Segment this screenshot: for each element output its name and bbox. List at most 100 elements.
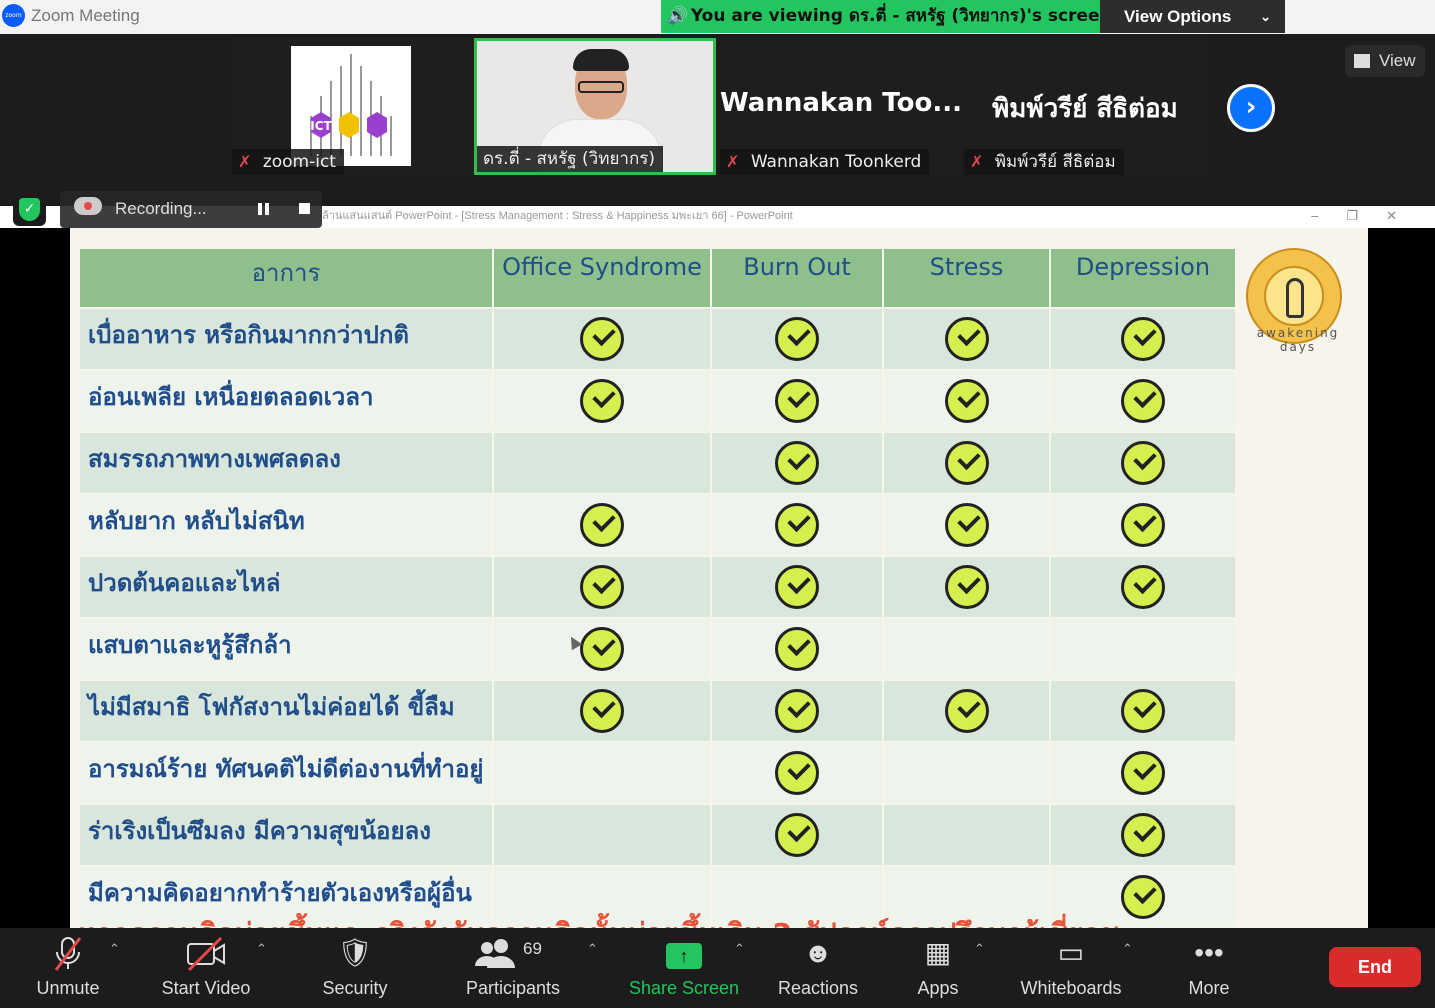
shield-icon: 🛡 [337, 937, 373, 968]
checkmark-icon [775, 317, 819, 361]
more-label: More [1188, 978, 1230, 998]
symptom-cell: เบื่ออาหาร หรือกินมากกว่าปกติ [80, 309, 492, 369]
share-banner-text: You are viewing ดร.ตี่ - สหรัฐ (วิทยากร)… [690, 6, 1100, 26]
checkmark-icon [1121, 503, 1165, 547]
symptom-cell: ปวดต้นคอและไหล่ [80, 557, 492, 617]
symptom-cell: สมรรถภาพทางเพศลดลง [80, 433, 492, 493]
participant-name-text: พิมพ์วรีย์ สีธิต่อม [994, 152, 1116, 172]
participant-name-text: ดร.ตี่ - สหรัฐ (วิทยากร) [483, 149, 656, 169]
checkmark-icon [580, 627, 624, 671]
checkmark-icon [775, 813, 819, 857]
participant-tile-active-speaker[interactable]: ดร.ตี่ - สหรัฐ (วิทยากร) [474, 38, 716, 175]
apps-button[interactable]: ▦ Apps [906, 928, 970, 1008]
awakening-days-logo: awakening days [1244, 246, 1352, 358]
speaker-icon: 🔊 [667, 6, 689, 26]
participant-tile[interactable]: ICT ✗ zoom-ict [232, 38, 474, 175]
participant-tile[interactable]: Wannakan Too... ✗ Wannakan Toonkerd [720, 38, 962, 175]
participant-gallery: ICT ✗ zoom-ict ดร.ตี่ - สหรัฐ (วิทยากร) … [0, 34, 1435, 206]
check-cell [884, 743, 1049, 803]
participant-display-name: พิมพ์วรีย์ สีธิต่อม [992, 94, 1178, 124]
symptom-cell: อ่อนเพลีย เหนื่อยตลอดเวลา [80, 371, 492, 431]
checkmark-icon [1121, 565, 1165, 609]
checkmark-icon [944, 441, 989, 485]
view-layout-button[interactable]: View [1345, 45, 1425, 77]
check-cell [494, 433, 710, 493]
mic-muted-icon: ✗ [970, 152, 984, 171]
video-options-caret-icon[interactable]: ⌃ [256, 942, 267, 957]
check-cell [1051, 805, 1235, 865]
checkmark-icon [1121, 813, 1165, 857]
check-cell [1051, 743, 1235, 803]
stop-recording-button[interactable] [299, 203, 310, 214]
column-header-office-syndrome: Office Syndrome [494, 249, 710, 307]
start-video-button[interactable]: Start Video [150, 928, 262, 1008]
reactions-button[interactable]: ☻ Reactions [774, 928, 862, 1008]
participant-name-text: Wannakan Toonkerd [750, 152, 922, 172]
check-cell [712, 309, 882, 369]
ict-letter: ICT [310, 119, 332, 133]
pause-recording-button[interactable] [258, 203, 269, 215]
table-row: ปวดต้นคอและไหล่ [80, 557, 1235, 617]
chevron-right-icon: › [1245, 92, 1257, 122]
check-cell [884, 557, 1049, 617]
reactions-icon: ☻ [803, 937, 833, 968]
checkmark-icon [775, 441, 819, 485]
encryption-shield-button[interactable]: ✓ [13, 193, 46, 226]
table-row: ร่าเริงเป็นซึมลง มีความสุขน้อยลง [80, 805, 1235, 865]
checkmark-icon [775, 503, 819, 547]
share-screen-button[interactable]: ↑ Share Screen [626, 928, 742, 1008]
share-banner: 🔊 You are viewing ดร.ตี่ - สหรัฐ (วิทยาก… [661, 0, 1100, 33]
check-cell [1051, 433, 1235, 493]
checkmark-icon [1121, 441, 1165, 485]
check-cell [494, 557, 710, 617]
table-row: เบื่ออาหาร หรือกินมากกว่าปกติ [80, 309, 1235, 369]
security-button[interactable]: 🛡 Security [310, 928, 400, 1008]
participants-button[interactable]: 69 Participants [458, 928, 568, 1008]
checkmark-icon [944, 503, 989, 547]
whiteboards-options-caret-icon[interactable]: ⌃ [1122, 942, 1133, 957]
more-dots-icon: ••• [1194, 937, 1224, 968]
participant-name-text: zoom-ict [262, 152, 336, 172]
table-header-row: อาการ Office Syndrome Burn Out Stress De… [80, 249, 1235, 307]
table-row: สมรรถภาพทางเพศลดลง [80, 433, 1235, 493]
reactions-label: Reactions [777, 978, 859, 998]
lightbulb-icon [1286, 278, 1304, 318]
window-controls: –❐✕ [1311, 206, 1425, 226]
check-cell [1051, 371, 1235, 431]
checkmark-icon [775, 565, 819, 609]
check-cell [884, 371, 1049, 431]
whiteboards-button[interactable]: ▭ Whiteboards [1014, 928, 1128, 1008]
check-cell [712, 743, 882, 803]
check-cell [712, 681, 882, 741]
check-cell [494, 309, 710, 369]
check-cell [494, 681, 710, 741]
check-cell [884, 681, 1049, 741]
view-options-button[interactable]: View Options ⌄ [1100, 0, 1285, 33]
title-bar: zoom Zoom Meeting 🔊 You are viewing ดร.ต… [0, 0, 1435, 34]
ict-logo-image: ICT [291, 46, 411, 166]
more-button[interactable]: ••• More [1178, 928, 1240, 1008]
meeting-toolbar: Unmute ⌃ Start Video ⌃ 🛡 Security 69 Par… [0, 928, 1435, 1008]
view-layout-label: View [1379, 51, 1416, 70]
audio-options-caret-icon[interactable]: ⌃ [109, 942, 120, 957]
unmute-button[interactable]: Unmute [22, 928, 114, 1008]
checkmark-icon [944, 565, 989, 609]
check-cell [884, 805, 1049, 865]
participant-tile[interactable]: พิมพ์วรีย์ สีธิต่อม ✗ พิมพ์วรีย์ สีธิต่อ… [964, 38, 1206, 175]
checkmark-icon [1121, 751, 1165, 795]
share-options-caret-icon[interactable]: ⌃ [734, 942, 745, 957]
gallery-next-page-button[interactable]: › [1227, 84, 1275, 132]
checkmark-icon [580, 503, 624, 547]
chevron-down-icon: ⌄ [1260, 9, 1271, 24]
column-header-depression: Depression [1051, 249, 1235, 307]
apps-options-caret-icon[interactable]: ⌃ [974, 942, 985, 957]
check-cell [884, 433, 1049, 493]
end-meeting-button[interactable]: End [1329, 947, 1421, 987]
security-label: Security [322, 978, 388, 998]
participants-count: 69 [523, 939, 542, 958]
symptom-cell: ร่าเริงเป็นซึมลง มีความสุขน้อยลง [80, 805, 492, 865]
participants-options-caret-icon[interactable]: ⌃ [587, 942, 598, 957]
check-cell [494, 619, 710, 679]
check-cell [494, 495, 710, 555]
checkmark-icon [580, 379, 624, 423]
